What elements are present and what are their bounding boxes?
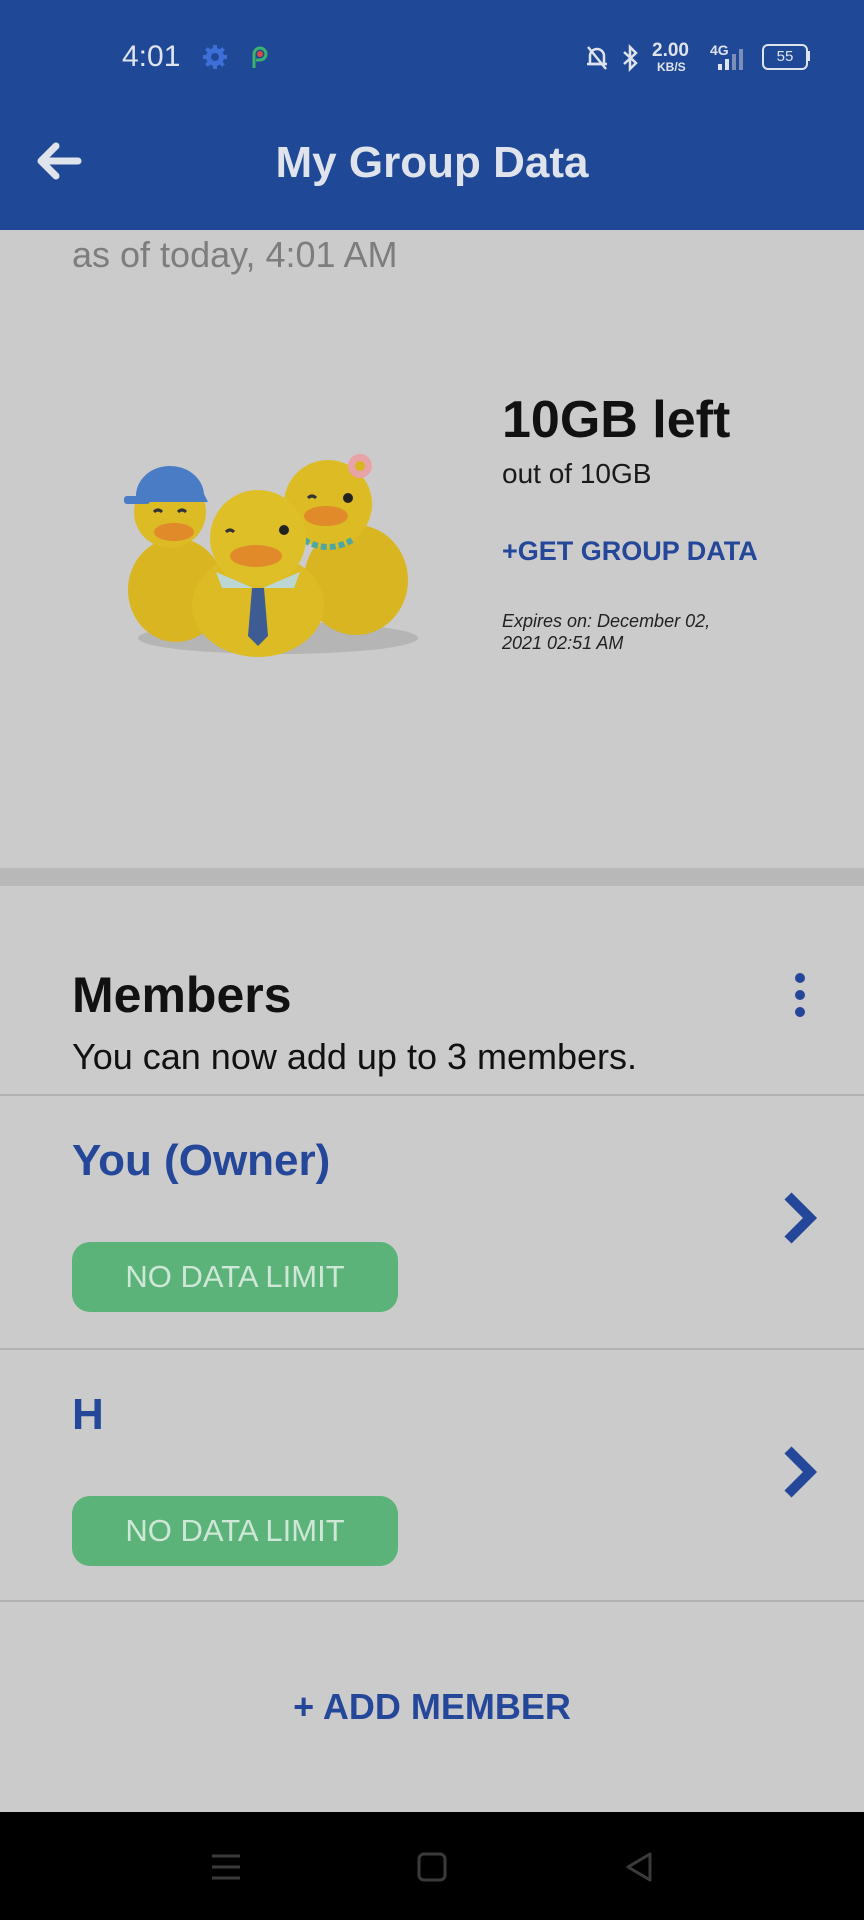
more-vert-icon [795, 973, 805, 1017]
status-time: 4:01 [122, 40, 181, 73]
bluetooth-icon [623, 44, 638, 72]
members-subtitle: You can now add up to 3 members. [72, 1036, 638, 1077]
chevron-right-icon [784, 1192, 818, 1244]
divider [0, 1600, 864, 1602]
data-limit-badge: NO DATA LIMIT [72, 1242, 398, 1312]
member-name: You (Owner) [72, 1136, 331, 1185]
data-limit-badge: NO DATA LIMIT [72, 1496, 398, 1566]
system-nav-bar [0, 1812, 864, 1920]
app-bar: My Group Data [0, 110, 864, 230]
get-group-data-button[interactable]: +GET GROUP DATA [502, 536, 758, 567]
section-divider [0, 868, 864, 886]
assistant-icon [252, 46, 268, 68]
more-options-button[interactable] [780, 970, 820, 1020]
battery-level: 55 [776, 48, 794, 65]
mute-bell-icon [587, 46, 607, 70]
member-name: H [72, 1390, 104, 1439]
square-icon [417, 1852, 447, 1882]
menu-icon [212, 1854, 240, 1880]
network-speed-value: 2.00 [652, 40, 689, 61]
recent-apps-button[interactable] [200, 1842, 250, 1892]
triangle-back-icon [626, 1852, 652, 1882]
chevron-right-icon [784, 1446, 818, 1498]
battery-icon: 55 [762, 44, 808, 70]
expiry-date: Expires on: December 02, 2021 02:51 AM [502, 611, 711, 653]
back-nav-button[interactable] [614, 1842, 664, 1892]
add-member-button[interactable]: + ADD MEMBER [0, 1686, 864, 1728]
members-heading: Members [72, 967, 292, 1023]
data-total: out of 10GB [502, 458, 652, 489]
signal-icon [718, 49, 743, 70]
status-bar: 4:01 2.00 KB/S 4G 55 [0, 0, 864, 110]
member-row-h[interactable]: H NO DATA LIMIT [0, 1350, 864, 1600]
battery-tip [807, 51, 810, 61]
page-title: My Group Data [275, 138, 589, 187]
duck-family-illustration [124, 454, 418, 657]
settings-icon [203, 45, 227, 69]
data-remaining: 10GB left [502, 391, 731, 449]
home-button[interactable] [406, 1842, 456, 1892]
as-of-timestamp: as of today, 4:01 AM [72, 234, 398, 275]
member-row-owner[interactable]: You (Owner) NO DATA LIMIT [0, 1096, 864, 1346]
network-speed-unit: KB/S [657, 60, 686, 74]
